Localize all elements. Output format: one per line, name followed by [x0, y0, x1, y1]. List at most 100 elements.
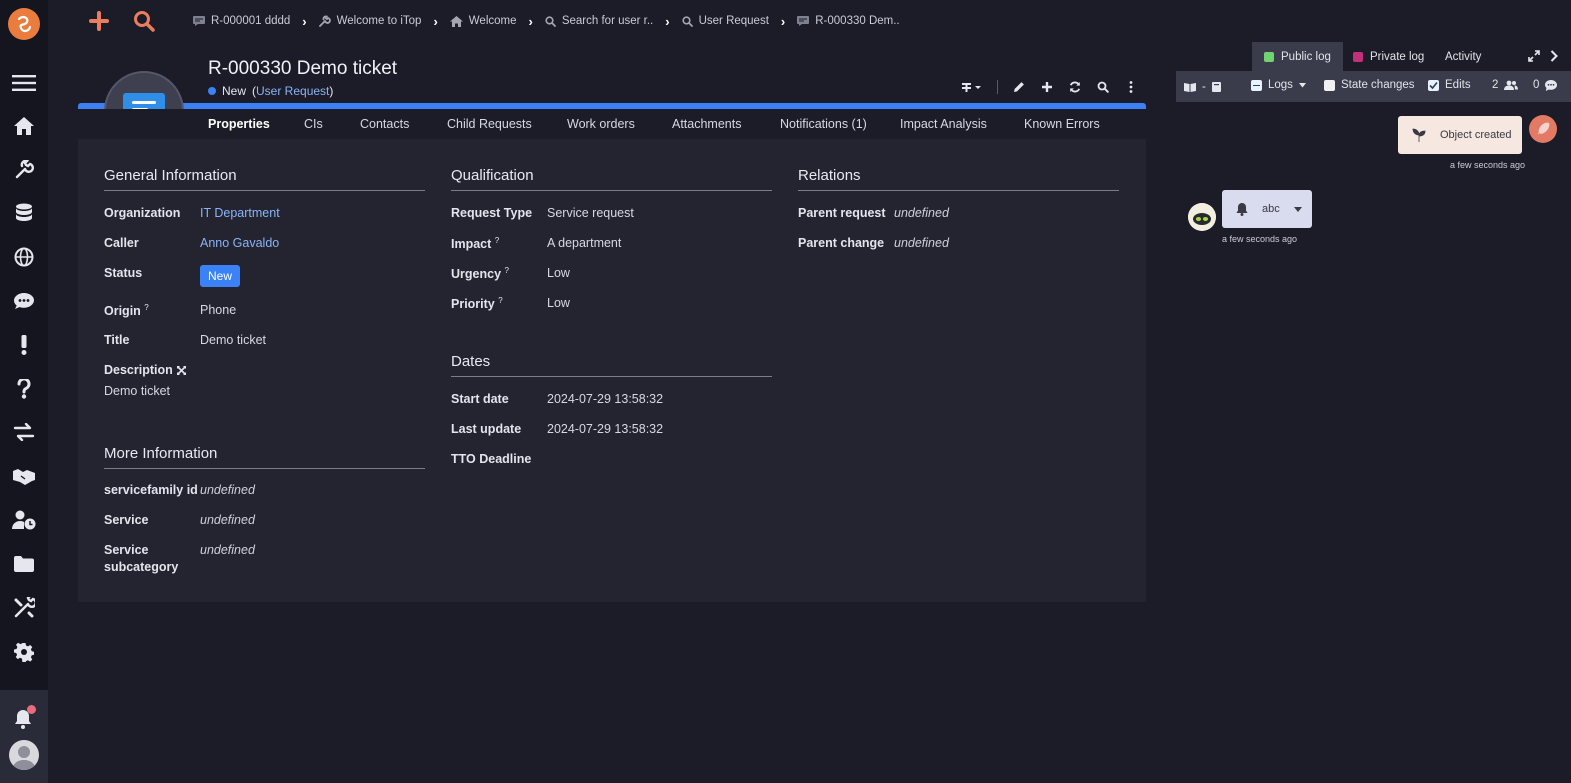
- activity-entry[interactable]: abc: [1222, 190, 1312, 228]
- field-value-organization[interactable]: IT Department: [200, 206, 280, 220]
- folder-icon[interactable]: [0, 548, 48, 580]
- participants-count: 2: [1492, 79, 1519, 91]
- globe-icon[interactable]: [0, 241, 48, 273]
- wrench-icon[interactable]: [0, 154, 48, 186]
- activity-entry-text: Object created: [1440, 129, 1512, 141]
- activity-tabs: Public log Private log Activity: [1176, 42, 1571, 71]
- page-title: R-000330 Demo ticket: [208, 58, 398, 79]
- edits-filter[interactable]: Edits: [1428, 79, 1471, 91]
- menu-toggle-icon[interactable]: [0, 67, 48, 99]
- exchange-icon[interactable]: [0, 416, 48, 448]
- actions-divider: [997, 80, 998, 94]
- properties-panel: General Information Organization IT Depa…: [78, 139, 1146, 602]
- logs-checkbox-partial[interactable]: [1251, 79, 1262, 91]
- new-plus-icon[interactable]: [1040, 80, 1054, 94]
- field-label-status: Status: [104, 266, 143, 280]
- breadcrumb-item[interactable]: Welcome to iTop: [318, 15, 421, 27]
- class-link[interactable]: User Request: [256, 84, 329, 98]
- book-open-icon: [1184, 83, 1196, 92]
- edits-checkbox[interactable]: [1428, 79, 1439, 91]
- tab-attachments[interactable]: Attachments: [672, 117, 741, 131]
- field-value-impact: A department: [547, 236, 622, 250]
- field-label-service: Service: [104, 513, 149, 527]
- field-value-priority: Low: [547, 296, 570, 310]
- search-icon[interactable]: [1096, 80, 1110, 94]
- home-icon[interactable]: [0, 110, 48, 142]
- breadcrumb-item[interactable]: R-000001 dddd: [193, 15, 290, 27]
- tab-notifications[interactable]: Notifications (1): [780, 117, 867, 131]
- tab-activity[interactable]: Activity: [1445, 42, 1481, 71]
- field-label-organization: Organization: [104, 206, 181, 220]
- tab-known-errors[interactable]: Known Errors: [1024, 117, 1100, 131]
- status-badge: New: [200, 265, 241, 287]
- user-avatar[interactable]: [9, 740, 39, 770]
- quick-create-plus-icon[interactable]: [88, 10, 110, 32]
- section-title-more: More Information: [104, 445, 218, 462]
- tab-private-log[interactable]: Private log: [1353, 42, 1424, 71]
- state-changes-checkbox[interactable]: [1324, 79, 1335, 91]
- status-text: New: [222, 84, 247, 98]
- tab-contacts[interactable]: Contacts: [360, 117, 409, 131]
- public-log-swatch: [1264, 51, 1274, 62]
- section-divider: [451, 190, 772, 191]
- database-icon[interactable]: [0, 197, 48, 229]
- log-view-toggle[interactable]: -: [1184, 81, 1221, 93]
- field-value-last-update: 2024-07-29 13:58:32: [547, 422, 664, 436]
- user-clock-icon[interactable]: [0, 504, 48, 536]
- global-search-icon[interactable]: [133, 10, 155, 32]
- breadcrumb-label: Search for user r..: [561, 15, 654, 27]
- breadcrumb-item[interactable]: User Request: [681, 15, 769, 27]
- tab-impact-analysis[interactable]: Impact Analysis: [900, 117, 987, 131]
- expand-icon[interactable]: [176, 365, 186, 375]
- section-divider: [451, 376, 772, 377]
- field-value-servicefamily: undefined: [200, 483, 255, 497]
- tab-child-requests[interactable]: Child Requests: [447, 117, 532, 131]
- caret-down-icon[interactable]: [1293, 206, 1302, 212]
- field-label-request-type: Request Type: [451, 206, 533, 220]
- navigation-menu: [0, 0, 48, 783]
- tab-properties[interactable]: Properties: [208, 117, 270, 131]
- handshake-icon[interactable]: [0, 460, 48, 492]
- ticket-icon: [797, 16, 810, 26]
- notification-dot: [27, 705, 36, 714]
- itop-logo[interactable]: [8, 8, 40, 40]
- field-label-priority: Priority ?: [451, 296, 503, 312]
- activity-entry-time: a few seconds ago: [1222, 234, 1298, 244]
- transitions-menu-icon[interactable]: [961, 80, 983, 94]
- book-closed-icon: [1211, 82, 1221, 92]
- question-icon[interactable]: [0, 373, 48, 405]
- breadcrumb-item[interactable]: Welcome: [449, 15, 517, 27]
- breadcrumb-label: Welcome: [468, 15, 517, 27]
- field-value-caller[interactable]: Anno Gavaldo: [200, 236, 279, 250]
- home-icon: [449, 15, 463, 27]
- more-vertical-icon[interactable]: [1124, 80, 1138, 94]
- breadcrumb-item[interactable]: R-000330 Dem..: [797, 15, 900, 27]
- activity-panel: Public log Private log Activity - Logs S…: [1176, 0, 1571, 783]
- refresh-icon[interactable]: [1068, 80, 1082, 94]
- section-title-qualification: Qualification: [451, 167, 534, 184]
- state-changes-filter[interactable]: State changes: [1324, 79, 1415, 91]
- bell-icon: [1236, 202, 1248, 216]
- field-label-origin: Origin ?: [104, 303, 149, 319]
- field-value-request-type: Service request: [547, 206, 634, 220]
- edit-pencil-icon[interactable]: [1012, 80, 1026, 94]
- wrench-icon: [318, 15, 331, 27]
- breadcrumb-label: R-000330 Dem..: [815, 15, 900, 27]
- breadcrumb-item[interactable]: Search for user r..: [545, 15, 653, 27]
- tab-work-orders[interactable]: Work orders: [567, 117, 635, 131]
- exclamation-icon[interactable]: [0, 329, 48, 361]
- gear-icon[interactable]: [0, 636, 48, 668]
- ticket-icon: [193, 16, 205, 26]
- field-label-caller: Caller: [104, 236, 139, 250]
- notifications-bell-icon[interactable]: [12, 705, 36, 732]
- breadcrumb-separator: ›: [433, 13, 438, 29]
- chat-icon[interactable]: [0, 285, 48, 317]
- tab-public-log[interactable]: Public log: [1252, 42, 1343, 71]
- field-label-title: Title: [104, 333, 130, 347]
- search-icon: [545, 15, 556, 27]
- tools-icon[interactable]: [0, 592, 48, 624]
- logs-filter-toggle[interactable]: Logs: [1251, 79, 1306, 91]
- tab-cis[interactable]: CIs: [304, 117, 323, 131]
- activity-entry-text: abc: [1262, 203, 1280, 215]
- section-divider: [104, 468, 425, 469]
